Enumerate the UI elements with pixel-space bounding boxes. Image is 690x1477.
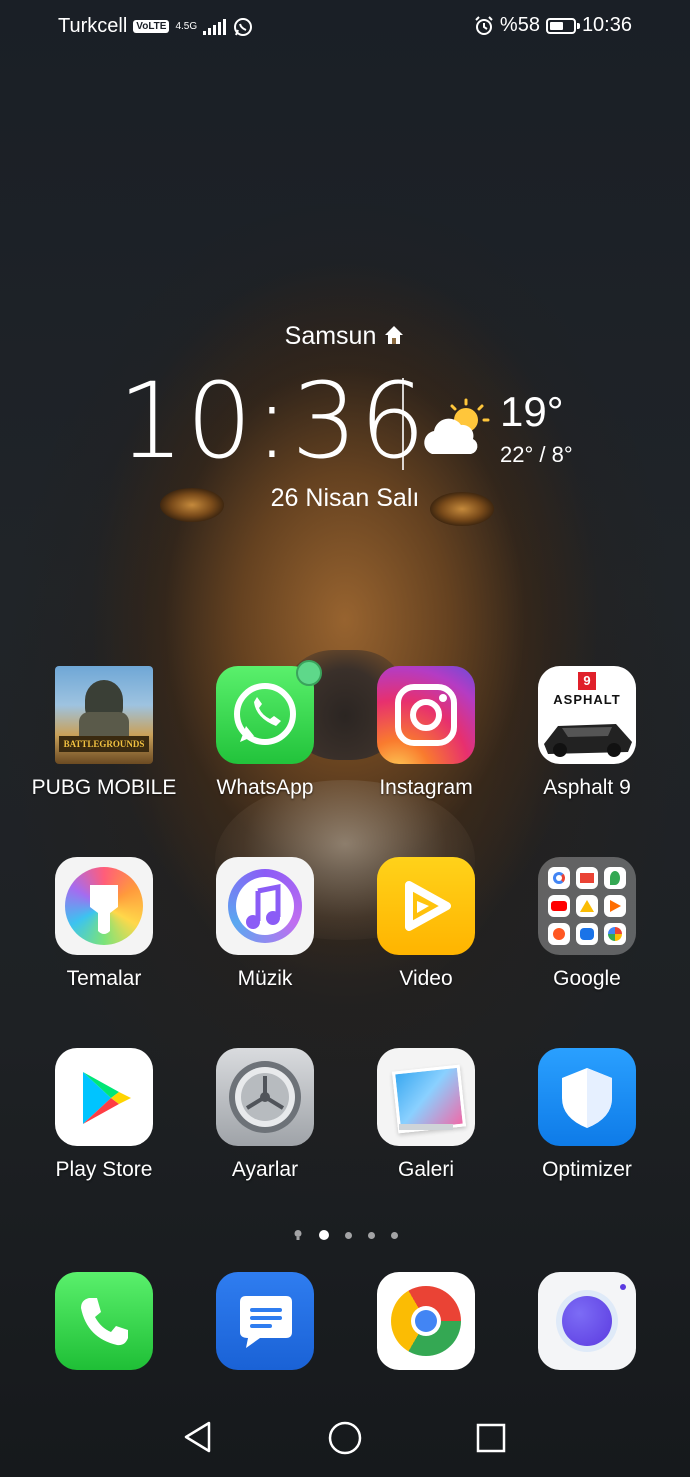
app-asphalt-9[interactable]: 9 ASPHALT Asphalt 9 [507, 666, 667, 800]
dock-chrome[interactable] [346, 1272, 506, 1370]
browser-icon [538, 1272, 636, 1370]
google-search-icon [548, 867, 570, 889]
app-whatsapp[interactable]: WhatsApp [185, 660, 345, 800]
asphalt-word: ASPHALT [553, 692, 621, 707]
app-galeri[interactable]: Galeri [346, 1048, 506, 1182]
home-icon [385, 326, 404, 344]
gallery-icon [377, 1048, 475, 1146]
navigation-bar [0, 1410, 690, 1470]
lightbulb-icon [294, 1230, 301, 1240]
page-dot [318, 1230, 329, 1240]
app-label: Asphalt 9 [543, 776, 631, 799]
settings-icon [216, 1048, 314, 1146]
app-pubg-mobile[interactable]: BATTLEGROUNDS PUBG MOBILE [24, 666, 184, 800]
app-play-store[interactable]: Play Store [24, 1048, 184, 1182]
themes-icon [55, 857, 153, 955]
app-muzik[interactable]: Müzik [185, 857, 345, 991]
app-ayarlar[interactable]: Ayarlar [185, 1048, 345, 1182]
app-label: WhatsApp [216, 776, 314, 799]
widget-divider [402, 378, 404, 470]
weather-city[interactable]: Samsun [0, 322, 690, 351]
battery-percent: %58 [499, 14, 540, 36]
app-label: Google [553, 967, 621, 990]
status-time: 10:36 [581, 14, 632, 36]
duo-icon [576, 923, 598, 945]
app-label: Ayarlar [231, 1158, 299, 1181]
app-label: Video [399, 967, 453, 990]
youtube-icon [548, 895, 570, 917]
notification-badge [296, 660, 322, 686]
widget-date[interactable]: 26 Nisan Salı [0, 484, 690, 513]
music-icon [216, 857, 314, 955]
alarm-icon [475, 15, 493, 35]
google-folder-icon [538, 857, 636, 955]
status-bar: Turkcell VoLTE 4.5G %58 10:36 [0, 0, 690, 52]
back-icon[interactable] [181, 1420, 215, 1454]
app-optimizer[interactable]: Optimizer [507, 1048, 667, 1182]
signal-icon [203, 18, 227, 35]
home-nav-icon[interactable] [327, 1420, 363, 1456]
app-google-folder[interactable]: Google [507, 857, 667, 991]
app-label: Galeri [397, 1158, 455, 1181]
app-label: Müzik [237, 967, 293, 990]
pubg-icon: BATTLEGROUNDS [55, 666, 153, 764]
dock-messages[interactable] [185, 1272, 345, 1370]
app-label: Temalar [66, 967, 142, 990]
dock-browser[interactable] [507, 1272, 667, 1370]
recents-icon[interactable] [475, 1422, 507, 1454]
whatsapp-notification-icon [234, 17, 253, 36]
dock-phone[interactable] [24, 1272, 184, 1370]
play-store-icon [55, 1048, 153, 1146]
app-label: PUBG MOBILE [31, 776, 177, 799]
asphalt-icon: 9 ASPHALT [538, 666, 636, 764]
app-instagram[interactable]: Instagram [346, 666, 506, 800]
video-icon [377, 857, 475, 955]
pubg-icon-text: BATTLEGROUNDS [59, 736, 149, 752]
optimizer-icon [538, 1048, 636, 1146]
page-indicator[interactable] [0, 1229, 690, 1241]
page-dot [367, 1231, 375, 1239]
gmail-icon [576, 867, 598, 889]
app-label: Play Store [55, 1158, 153, 1181]
volte-badge: VoLTE [133, 20, 170, 33]
app-video[interactable]: Video [346, 857, 506, 991]
play-music-icon [548, 923, 570, 945]
photos-icon [604, 923, 626, 945]
page-dot [390, 1231, 398, 1239]
page-dot [344, 1231, 352, 1239]
drive-icon [576, 895, 598, 917]
app-label: Instagram [379, 776, 473, 799]
network-type: 4.5G [175, 20, 198, 32]
maps-icon [604, 867, 626, 889]
messages-icon [216, 1272, 314, 1370]
play-movies-icon [604, 895, 626, 917]
app-temalar[interactable]: Temalar [24, 857, 184, 991]
widget-clock[interactable]: 10:36 [118, 366, 428, 476]
carrier-name: Turkcell [58, 15, 128, 37]
current-temperature: 19° [500, 388, 564, 435]
temperature-range: 22° / 8° [500, 442, 573, 467]
phone-icon [55, 1272, 153, 1370]
partly-cloudy-icon[interactable] [422, 396, 494, 460]
app-label: Optimizer [542, 1158, 632, 1181]
battery-icon [545, 17, 580, 34]
instagram-icon [377, 666, 475, 764]
asphalt-number: 9 [578, 672, 596, 690]
chrome-icon [377, 1272, 475, 1370]
